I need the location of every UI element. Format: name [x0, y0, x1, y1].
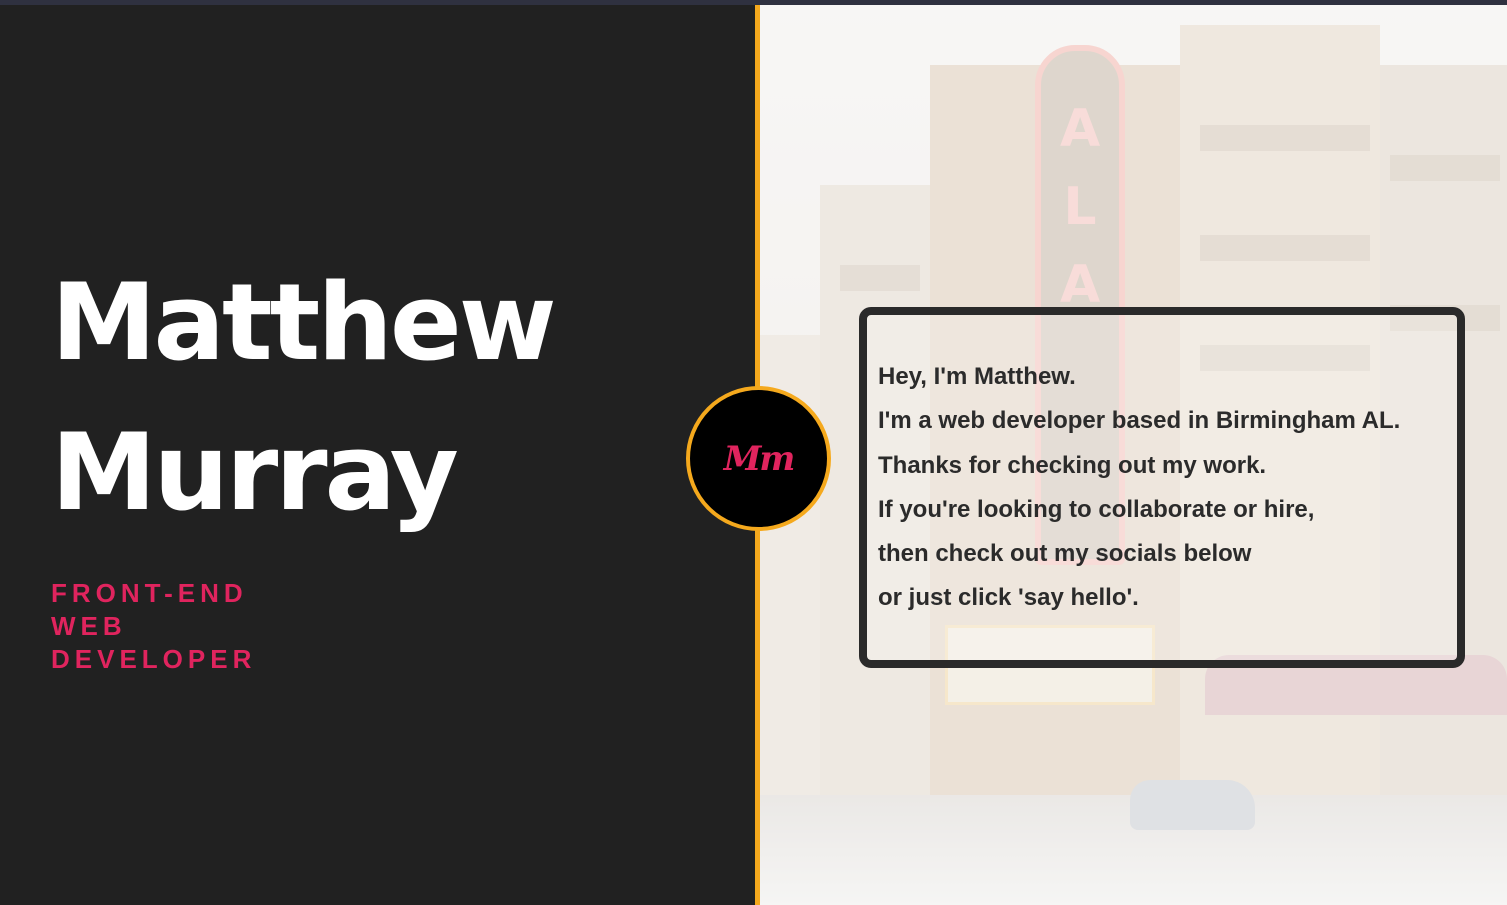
- intro-line-4: If you're looking to collaborate or hire…: [878, 496, 1315, 523]
- first-name-heading: Matthew: [51, 261, 557, 384]
- monogram-avatar: Mm: [686, 386, 831, 531]
- intro-line-6: or just click 'say hello'.: [878, 584, 1139, 611]
- hero-left-panel: Matthew Murray FRONT-END WEB DEVELOPER: [0, 5, 756, 905]
- role-subtitle: FRONT-END WEB DEVELOPER: [51, 577, 256, 676]
- monogram-logo: Mm: [723, 438, 796, 479]
- intro-line-5: then check out my socials below: [878, 540, 1252, 567]
- role-line-3: DEVELOPER: [51, 644, 257, 674]
- role-line-1: FRONT-END: [51, 578, 248, 608]
- intro-line-1: Hey, I'm Matthew.: [878, 363, 1076, 390]
- intro-line-2: I'm a web developer based in Birmingham …: [878, 407, 1401, 434]
- last-name-heading: Murray: [51, 411, 459, 534]
- intro-line-3: Thanks for checking out my work.: [878, 452, 1267, 479]
- role-line-2: WEB: [51, 611, 127, 641]
